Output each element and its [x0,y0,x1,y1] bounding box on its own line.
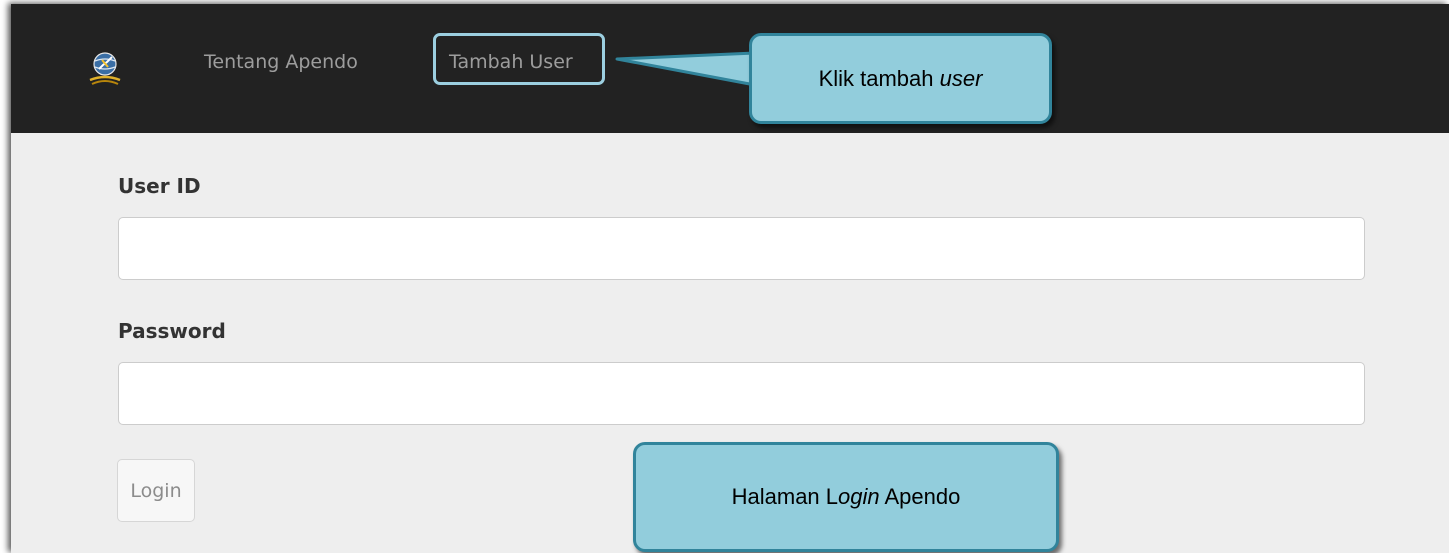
callout-pointer-arrow [615,51,757,87]
user-id-input[interactable] [118,217,1365,280]
user-id-label: User ID [118,174,201,198]
tambah-user-highlight-box [433,33,605,85]
password-label: Password [118,319,226,343]
app-window: Tentang Apendo Tambah User User ID Passw… [11,4,1449,553]
apendo-globe-logo-icon[interactable] [88,48,122,92]
login-button[interactable]: Login [117,459,195,522]
nav-link-tentang-apendo[interactable]: Tentang Apendo [204,50,358,74]
password-input[interactable] [118,362,1365,425]
callout-klik-tambah-user: Klik tambah user [749,33,1052,124]
callout-halaman-login: Halaman Login Apendo [633,442,1059,552]
callout-tambah-text: Klik tambah user [818,65,983,91]
callout-login-text: Halaman Login Apendo [731,484,961,509]
